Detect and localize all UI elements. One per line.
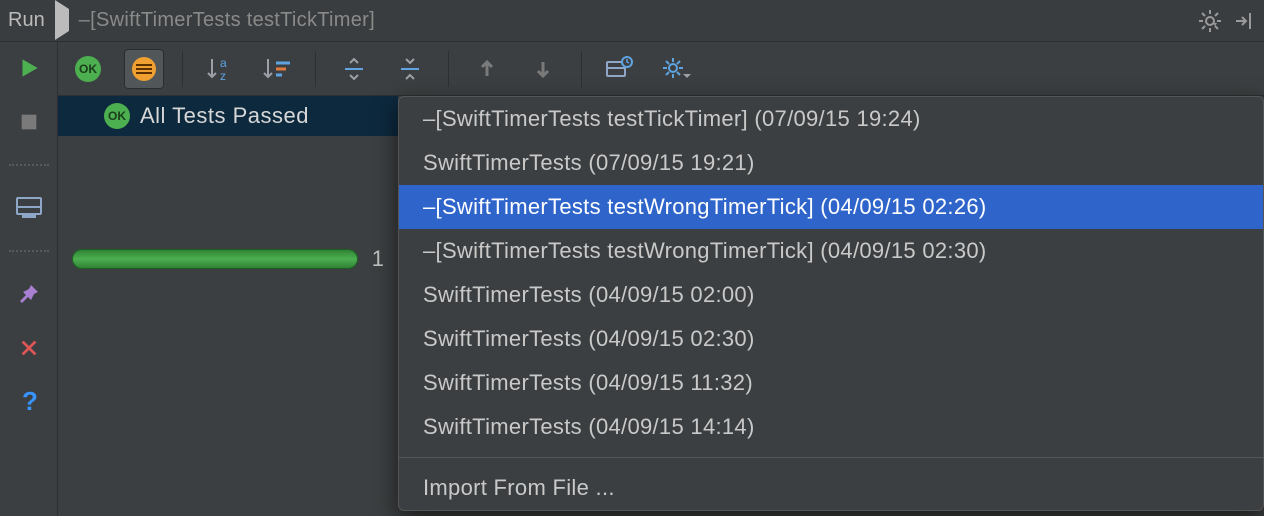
sort-duration-button[interactable] [257, 49, 297, 89]
history-item[interactable]: –[SwiftTimerTests testWrongTimerTick] (0… [399, 229, 1263, 273]
svg-text:a: a [220, 56, 227, 70]
history-item[interactable]: SwiftTimerTests (04/09/15 14:14) [399, 405, 1263, 449]
hide-icon[interactable] [1232, 9, 1256, 33]
show-passed-button[interactable]: OK [68, 49, 108, 89]
gutter-separator [9, 164, 49, 166]
titlebar: Run –[SwiftTimerTests testTickTimer] [0, 0, 1264, 42]
history-item[interactable]: SwiftTimerTests (04/09/15 11:32) [399, 361, 1263, 405]
dropdown-separator [399, 457, 1263, 458]
help-button[interactable]: ? [13, 386, 45, 418]
test-toolbar: OK az [58, 42, 1264, 96]
progress-bar [72, 249, 358, 269]
test-options-button[interactable] [656, 49, 696, 89]
sort-alpha-button[interactable]: az [201, 49, 241, 89]
collapse-all-button[interactable] [390, 49, 430, 89]
settings-icon[interactable] [1198, 9, 1222, 33]
history-item[interactable]: –[SwiftTimerTests testWrongTimerTick] (0… [399, 185, 1263, 229]
run-play-icon [55, 9, 69, 32]
prev-failed-button[interactable] [467, 49, 507, 89]
import-from-file[interactable]: Import From File ... [399, 466, 1263, 510]
pin-button[interactable] [13, 278, 45, 310]
history-item[interactable]: SwiftTimerTests (04/09/15 02:30) [399, 317, 1263, 361]
ok-icon: OK [104, 103, 130, 129]
history-item[interactable]: SwiftTimerTests (07/09/15 19:21) [399, 141, 1263, 185]
test-root-label: All Tests Passed [140, 103, 309, 129]
run-tool-window: Run –[SwiftTimerTests testTickTimer] [0, 0, 1264, 516]
ok-icon: OK [75, 56, 101, 82]
test-root-row[interactable]: OK All Tests Passed [58, 96, 398, 136]
test-history-button[interactable] [600, 49, 640, 89]
next-failed-button[interactable] [523, 49, 563, 89]
gutter-separator [9, 250, 49, 252]
ignored-icon [130, 55, 158, 83]
test-tree[interactable]: OK All Tests Passed 1 [58, 96, 398, 516]
gutter: ? [0, 42, 58, 516]
stop-button[interactable] [13, 106, 45, 138]
run-configuration-label: –[SwiftTimerTests testTickTimer] [79, 9, 375, 32]
history-item[interactable]: –[SwiftTimerTests testTickTimer] (07/09/… [399, 97, 1263, 141]
history-item[interactable]: SwiftTimerTests (04/09/15 02:00) [399, 273, 1263, 317]
show-ignored-button[interactable] [124, 49, 164, 89]
window-title: Run [8, 9, 45, 32]
expand-all-button[interactable] [334, 49, 374, 89]
svg-text:z: z [220, 69, 226, 83]
layout-button[interactable] [13, 192, 45, 224]
close-button[interactable] [13, 332, 45, 364]
history-dropdown: –[SwiftTimerTests testTickTimer] (07/09/… [398, 96, 1264, 511]
progress-count: 1 [372, 246, 384, 272]
progress-area: 1 [58, 246, 398, 272]
run-button[interactable] [13, 52, 45, 84]
svg-text:?: ? [22, 388, 38, 416]
